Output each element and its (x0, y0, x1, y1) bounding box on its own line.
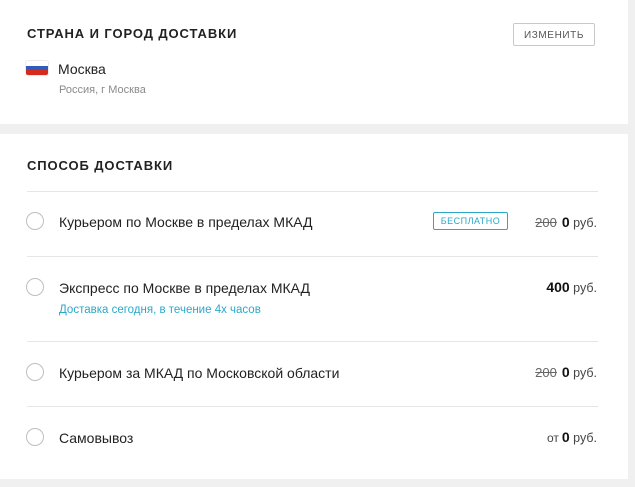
city-detail: Россия, г Москва (59, 84, 146, 96)
old-price: 200 (535, 215, 557, 230)
radio-button[interactable] (26, 428, 44, 446)
currency-label: руб. (573, 281, 597, 295)
option-label: Курьером за МКАД по Московской области (59, 365, 340, 381)
option-label: Самовывоз (59, 430, 134, 446)
currency-label: руб. (573, 366, 597, 380)
russia-flag-icon (26, 61, 48, 75)
radio-button[interactable] (26, 278, 44, 296)
delivery-option-courier-moscow[interactable]: Курьером по Москве в пределах МКАД БЕСПЛ… (0, 192, 628, 256)
price-value: 0 (561, 429, 570, 445)
currency-label: руб. (573, 431, 597, 445)
currency-label: руб. (573, 216, 597, 230)
option-label: Экспресс по Москве в пределах МКАД (59, 280, 310, 296)
option-sublabel: Доставка сегодня, в течение 4х часов (59, 304, 261, 316)
price-value: 0 (561, 364, 570, 380)
option-price: 400 руб. (546, 279, 597, 295)
section-title-delivery-method: СПОСОБ ДОСТАВКИ (27, 158, 174, 173)
delivery-option-courier-region[interactable]: Курьером за МКАД по Московской области 2… (0, 342, 628, 406)
option-label: Курьером по Москве в пределах МКАД (59, 214, 313, 230)
section-title-location: СТРАНА И ГОРОД ДОСТАВКИ (27, 26, 238, 41)
price-value: 0 (561, 214, 570, 230)
delivery-option-pickup[interactable]: Самовывоз от 0 руб. (0, 407, 628, 471)
radio-button[interactable] (26, 212, 44, 230)
price-prefix: от (546, 431, 559, 445)
option-price: от 0 руб. (547, 429, 597, 445)
free-badge: БЕСПЛАТНО (433, 212, 508, 230)
option-price: 200 0 руб. (535, 214, 597, 230)
change-location-button[interactable]: ИЗМЕНИТЬ (513, 23, 595, 46)
delivery-method-card: СПОСОБ ДОСТАВКИ Курьером по Москве в пре… (0, 134, 628, 479)
old-price: 200 (535, 365, 557, 380)
radio-button[interactable] (26, 363, 44, 381)
city-name: Москва (58, 61, 106, 77)
delivery-location-card: СТРАНА И ГОРОД ДОСТАВКИ ИЗМЕНИТЬ Москва … (0, 0, 628, 124)
price-value: 400 (546, 279, 570, 295)
option-price: 200 0 руб. (535, 364, 597, 380)
delivery-option-express-moscow[interactable]: Экспресс по Москве в пределах МКАД Доста… (0, 257, 628, 341)
